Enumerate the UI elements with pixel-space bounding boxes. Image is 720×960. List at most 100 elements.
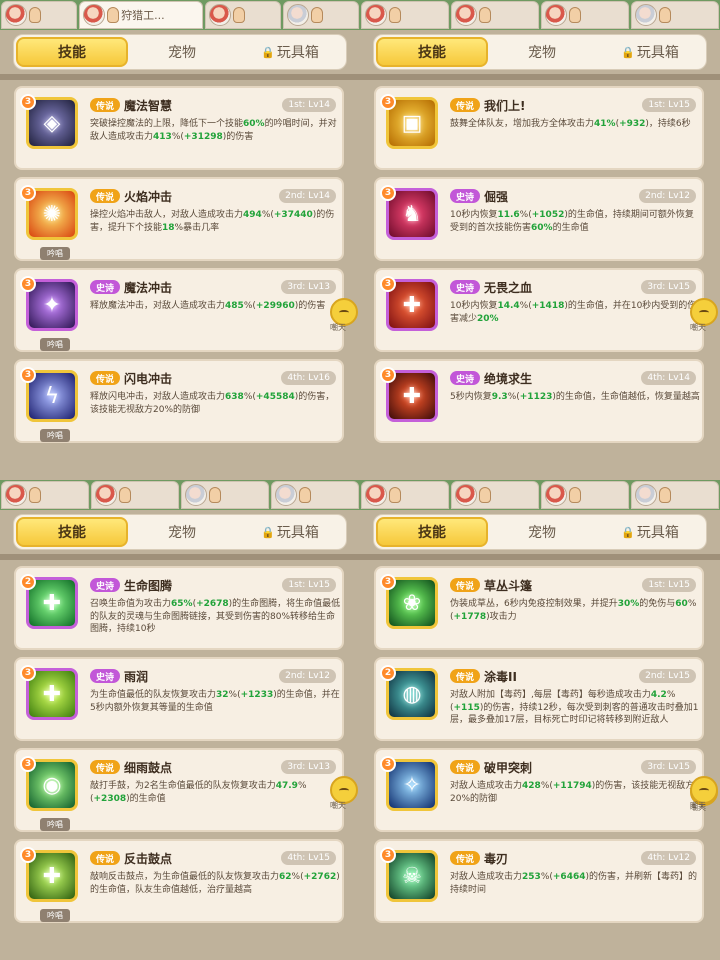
stat-value: +1418 — [531, 301, 565, 311]
skill-glyph: ✚ — [42, 681, 62, 707]
window-tab[interactable] — [361, 481, 449, 509]
skill-card[interactable]: ✧ 3 传说 破甲突刺 3rd: Lv15 对敌人造成攻击力428%(+11794)的伤害… — [374, 748, 704, 832]
window-tab[interactable] — [271, 481, 359, 509]
skill-glyph: ◉ — [42, 772, 62, 798]
window-tab[interactable] — [541, 481, 629, 509]
skill-level-badge: 2 — [20, 574, 36, 590]
tab-skill[interactable]: 技能 — [376, 517, 488, 547]
skill-card[interactable]: ▣ 3 传说 我们上! 1st: Lv15 鼓舞全体队友，增加我方全体攻击力41%(+93… — [374, 86, 704, 170]
skill-card[interactable]: ✚ 3 吟唱 传说 反击鼓点 4th: Lv15 敲响反击鼓点，为生命值最低的队友恢复攻击力… — [14, 839, 344, 923]
skill-card[interactable]: ✚ 3 史诗 无畏之血 3rd: Lv15 10秒内恢复14.4%(+1418)的生命值，… — [374, 268, 704, 352]
skill-slot-level: 4th: Lv16 — [281, 371, 336, 385]
stat-value: 47.9 — [275, 781, 298, 791]
skill-card[interactable]: ✚ 3 史诗 雨润 2nd: Lv12 为生命值最低的队友恢复攻击力32%(+1233)的… — [14, 657, 344, 741]
skill-description: 召唤生命值为攻击力65%(+2678)的生命图腾，将生命值最低的队友的灵魂与生命… — [90, 598, 342, 636]
skill-slot-level: 1st: Lv15 — [642, 98, 696, 112]
window-tab[interactable] — [631, 481, 719, 509]
skill-card[interactable]: ❀ 3 传说 草丛斗篷 1st: Lv15 伪装成草丛，6秒内免疫控制效果，并提升30%的… — [374, 566, 704, 650]
rarity-badge: 传说 — [450, 98, 480, 112]
skill-description: 释放闪电冲击，对敌人造成攻击力638%(+45584)的伤害，该技能无视敌方20… — [90, 391, 342, 416]
window-tab[interactable] — [541, 1, 629, 29]
window-tab[interactable] — [451, 1, 539, 29]
description-text: )的生命值，生命值越低，恢复量越高 — [552, 392, 700, 402]
skill-description: 10秒内恢复14.4%(+1418)的生命值，并在10秒内受到的伤害减少20% — [450, 300, 702, 325]
skill-card[interactable]: ϟ 3 吟唱 传说 闪电冲击 4th: Lv16 释放闪电冲击，对敌人造成攻击力638%(+… — [14, 359, 344, 443]
avatar — [5, 4, 27, 26]
description-text: %( — [540, 872, 553, 882]
divider — [360, 554, 720, 560]
skill-card[interactable]: ☠ 3 传说 毒刃 4th: Lv12 对敌人造成攻击力253%(+6464)的伤害，并刷… — [374, 839, 704, 923]
description-text: 10秒内恢复 — [450, 210, 498, 220]
skill-card[interactable]: ♞ 3 史诗 倔强 2nd: Lv12 10秒内恢复11.6%(+1052)的生命值，持续… — [374, 177, 704, 261]
tab-skill[interactable]: 技能 — [16, 37, 128, 67]
tab-pet[interactable]: 宠物 — [128, 517, 236, 547]
tab-skill[interactable]: 技能 — [16, 517, 128, 547]
description-text: 释放魔法冲击，对敌人造成攻击力 — [90, 301, 226, 311]
skill-slot-level: 2nd: Lv15 — [639, 669, 696, 683]
window-tab[interactable] — [91, 481, 179, 509]
skill-level-badge: 2 — [380, 665, 396, 681]
description-text: 对敌人造成攻击力 — [450, 872, 523, 882]
stat-value: 638 — [225, 392, 244, 402]
skill-card[interactable]: ◈ 3 传说 魔法智慧 1st: Lv14 突破操控魔法的上限，降低下一个技能60%的吟唱… — [14, 86, 344, 170]
window-tab[interactable] — [1, 1, 78, 29]
stat-value: 60 — [675, 599, 688, 609]
stat-value: +6464 — [552, 872, 586, 882]
window-tab[interactable] — [282, 1, 359, 29]
window-tab[interactable] — [361, 1, 449, 29]
pet-label: 嘲天 — [690, 801, 706, 810]
tab-pet[interactable]: 宠物 — [488, 37, 596, 67]
hand-pointer-icon — [299, 487, 311, 503]
hand-pointer-icon — [232, 7, 245, 23]
stat-value: 60% — [243, 119, 265, 129]
skill-glyph: ✚ — [42, 863, 62, 889]
tab-toybox[interactable]: 🔒 玩具箱 — [596, 517, 704, 547]
tab-skill[interactable]: 技能 — [376, 37, 488, 67]
window-tab[interactable] — [451, 481, 539, 509]
skill-card[interactable]: ◍ 2 传说 涂毒II 2nd: Lv15 对敌人附加【毒药】,每层【毒药】每秒造成攻击力… — [374, 657, 704, 741]
description-text: %( — [261, 210, 274, 220]
skill-card[interactable]: ✺ 3 吟唱 传说 火焰冲击 2nd: Lv14 操控火焰冲击敌人，对敌人造成攻击力494%… — [14, 177, 344, 261]
tab-pet[interactable]: 宠物 — [488, 517, 596, 547]
skill-card[interactable]: ✦ 3 吟唱 史诗 魔法冲击 3rd: Lv13 释放魔法冲击，对敌人造成攻击力485%(+… — [14, 268, 344, 352]
stat-value: +1052 — [531, 210, 565, 220]
window-tab[interactable] — [181, 481, 269, 509]
segment-tabs: 技能 宠物 🔒 玩具箱 — [373, 34, 707, 70]
skill-name: 倔强 — [484, 190, 509, 204]
tab-toybox[interactable]: 🔒 玩具箱 — [236, 37, 344, 67]
stat-value: 428 — [522, 781, 541, 791]
window-tab[interactable]: 狩猎工... — [79, 1, 203, 29]
skill-name: 细雨鼓点 — [124, 761, 173, 775]
skill-name: 草丛斗篷 — [484, 579, 533, 593]
stat-value: 20% — [477, 313, 499, 324]
skill-glyph: ❀ — [402, 590, 422, 616]
description-text: )的伤害，持续12秒，每次受到刺客的普通攻击时叠加1层，最多叠加17层，目标死亡… — [450, 702, 699, 726]
window-tab[interactable] — [1, 481, 89, 509]
skill-card[interactable]: ✚ 2 史诗 生命图腾 1st: Lv15 召唤生命值为攻击力65%(+2678)的生命图… — [14, 566, 344, 650]
description-text: %( — [507, 392, 520, 402]
description-text: %( — [519, 210, 532, 220]
window-tab[interactable] — [631, 1, 719, 29]
rarity-badge: 史诗 — [450, 371, 480, 385]
tab-toybox[interactable]: 🔒 玩具箱 — [236, 517, 344, 547]
skill-level-badge: 3 — [380, 94, 396, 110]
skill-slot-level: 2nd: Lv12 — [639, 189, 696, 203]
skill-name: 火焰冲击 — [124, 190, 173, 204]
tab-pet[interactable]: 宠物 — [128, 37, 236, 67]
window-tab[interactable] — [204, 1, 281, 29]
rarity-badge: 传说 — [450, 578, 480, 592]
hand-pointer-icon — [569, 7, 581, 23]
skill-description: 释放魔法冲击，对敌人造成攻击力485%(+29960)的伤害 — [90, 300, 342, 313]
window-tab-label: 狩猎工... — [121, 9, 165, 22]
skill-card[interactable]: ✚ 3 史诗 绝境求生 4th: Lv14 5秒内恢复9.3%(+1123)的生命值，生命… — [374, 359, 704, 443]
divider — [0, 554, 360, 560]
skill-level-badge: 3 — [20, 185, 36, 201]
skill-card[interactable]: ◉ 3 吟唱 传说 细雨鼓点 3rd: Lv13 敲打手鼓，为2名生命值最低的队友恢复攻击力… — [14, 748, 344, 832]
segment-tabs: 技能 宠物 🔒 玩具箱 — [13, 34, 347, 70]
avatar — [286, 4, 309, 26]
description-text: %( — [243, 301, 256, 311]
skill-name: 毒刃 — [484, 852, 509, 866]
rarity-badge: 传说 — [90, 371, 120, 385]
stat-value: +31298 — [183, 131, 223, 142]
tab-toybox[interactable]: 🔒 玩具箱 — [596, 37, 704, 67]
